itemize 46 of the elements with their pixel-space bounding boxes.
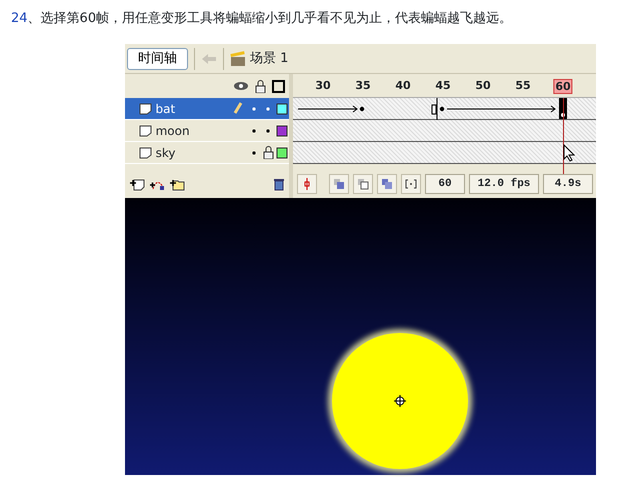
center-frame-button[interactable] — [297, 174, 317, 194]
scene-label[interactable]: 场景 1 — [250, 48, 288, 68]
lock-icon[interactable] — [255, 80, 266, 92]
frame-number[interactable]: 30 — [314, 79, 332, 92]
outline-color-icon[interactable] — [275, 146, 289, 158]
layer-row[interactable]: moon — [125, 120, 289, 142]
frame-number[interactable]: 40 — [394, 79, 412, 92]
frame-number[interactable]: 50 — [474, 79, 492, 92]
layer-name: bat — [156, 100, 176, 118]
outline-color-icon[interactable] — [275, 124, 289, 136]
layer-name: sky — [156, 144, 176, 162]
add-folder-icon[interactable] — [169, 177, 185, 191]
pointer-cursor-icon — [563, 144, 575, 162]
onion-markers-button[interactable] — [401, 174, 421, 194]
layer-icon — [138, 146, 152, 158]
outline-color-icon[interactable] — [275, 102, 289, 114]
timeline-button[interactable]: 时间轴 — [127, 48, 188, 70]
elapsed-time-field: 4.9s — [543, 174, 593, 194]
frame-number[interactable]: 60 — [553, 79, 573, 94]
onion-outline-button[interactable] — [353, 174, 373, 194]
lock-icon[interactable] — [261, 146, 275, 159]
current-frame-field: 60 — [425, 174, 465, 194]
registration-point-icon — [394, 395, 406, 407]
outline-square-icon[interactable] — [272, 80, 285, 92]
frame-row[interactable] — [293, 120, 596, 142]
layer-icon — [138, 102, 152, 114]
frame-number[interactable]: 35 — [354, 79, 372, 92]
frame-number[interactable]: 45 — [434, 79, 452, 92]
add-layer-icon[interactable] — [129, 177, 145, 191]
layer-row[interactable]: sky — [125, 142, 289, 164]
bracket-icon — [405, 178, 417, 190]
overlapping-squares-icon — [357, 178, 369, 190]
frame-row[interactable] — [293, 142, 596, 164]
clapperboard-icon — [230, 50, 246, 66]
onion-skin-button[interactable] — [329, 174, 349, 194]
edit-multiple-frames-button[interactable] — [377, 174, 397, 194]
caption: 24、选择第60帧，用任意变形工具将蝙蝠缩小到几乎看不见为止，代表蝙蝠越飞越远。 — [10, 10, 514, 28]
overlapping-squares-icon — [333, 178, 345, 190]
frame-number[interactable]: 55 — [514, 79, 532, 92]
layer-name: moon — [156, 122, 191, 140]
frame-rate-field: 12.0 fps — [469, 174, 539, 194]
layer-icon — [138, 124, 152, 136]
overlapping-squares-icon — [381, 178, 393, 190]
trash-icon[interactable] — [273, 177, 285, 191]
layer-row[interactable]: bat — [125, 98, 289, 120]
eye-icon[interactable] — [233, 81, 249, 91]
